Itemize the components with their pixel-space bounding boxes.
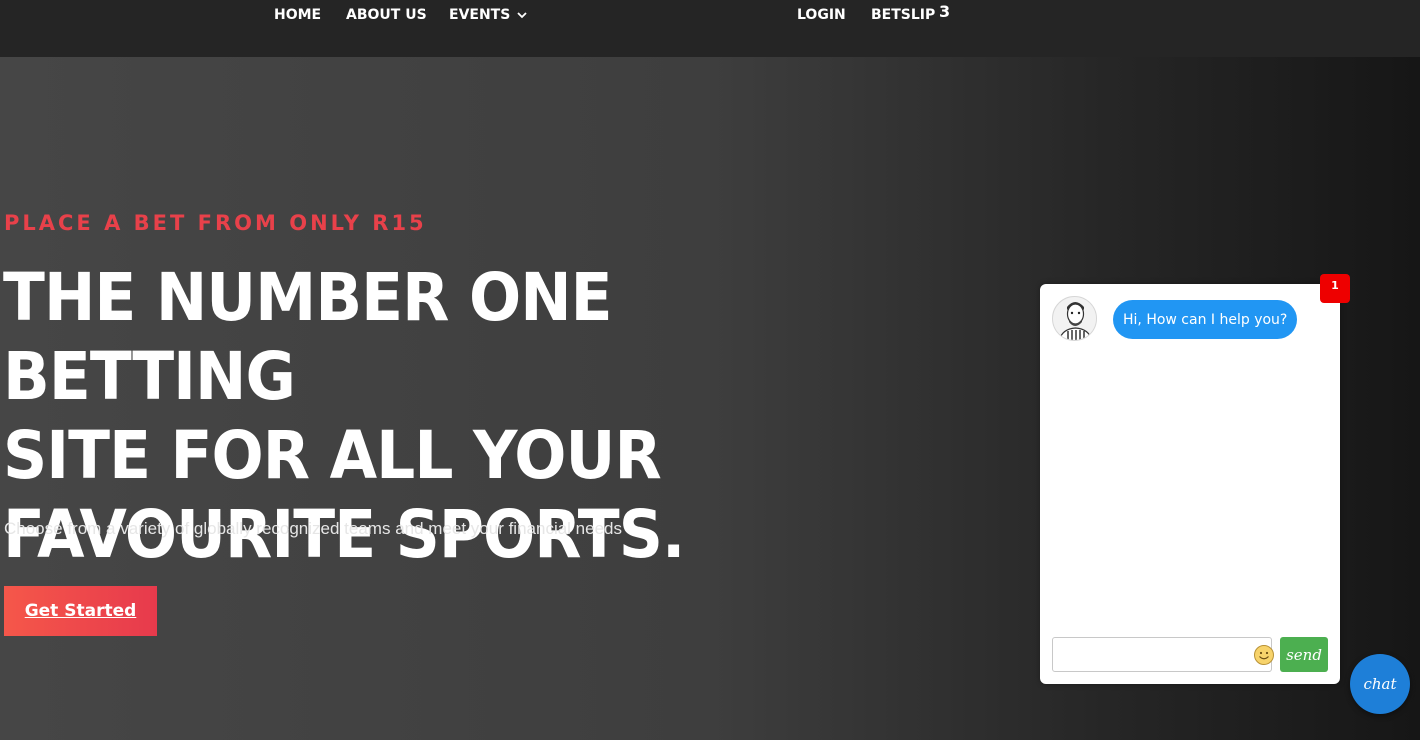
send-button[interactable]: send xyxy=(1280,637,1328,672)
chat-panel: Hi, How can I help you? send xyxy=(1040,284,1340,684)
nav-events-dropdown[interactable]: EVENTS xyxy=(449,7,528,23)
nav-home-link[interactable]: HOME xyxy=(274,7,321,23)
nav-events-label: EVENTS xyxy=(449,7,511,23)
chevron-down-icon xyxy=(517,12,527,19)
get-started-button[interactable]: Get Started xyxy=(4,586,157,636)
hero-title-line: SITE FOR ALL YOUR xyxy=(3,417,662,494)
smiley-icon[interactable] xyxy=(1253,644,1275,666)
chat-message-bubble: Hi, How can I help you? xyxy=(1113,300,1298,339)
hero-subtitle: Choose from a variety of globally recogn… xyxy=(4,519,623,538)
nav-login-link[interactable]: LOGIN xyxy=(797,7,846,23)
top-navigation-bar: HOME ABOUT US EVENTS LOGIN BETSLIP 3 xyxy=(0,0,1420,57)
unread-count-badge: 1 xyxy=(1320,274,1350,303)
chat-toggle-button[interactable]: chat xyxy=(1350,654,1410,714)
nav-betslip-link[interactable]: BETSLIP xyxy=(871,7,935,23)
hero-title-line: THE NUMBER ONE BETTING xyxy=(3,259,613,415)
nav-about-link[interactable]: ABOUT US xyxy=(346,7,427,23)
hero-tagline: PLACE A BET FROM ONLY R15 xyxy=(4,211,427,235)
chat-message-input[interactable] xyxy=(1052,637,1272,672)
avatar-icon xyxy=(1052,296,1097,341)
betslip-count-badge: 3 xyxy=(939,2,951,21)
